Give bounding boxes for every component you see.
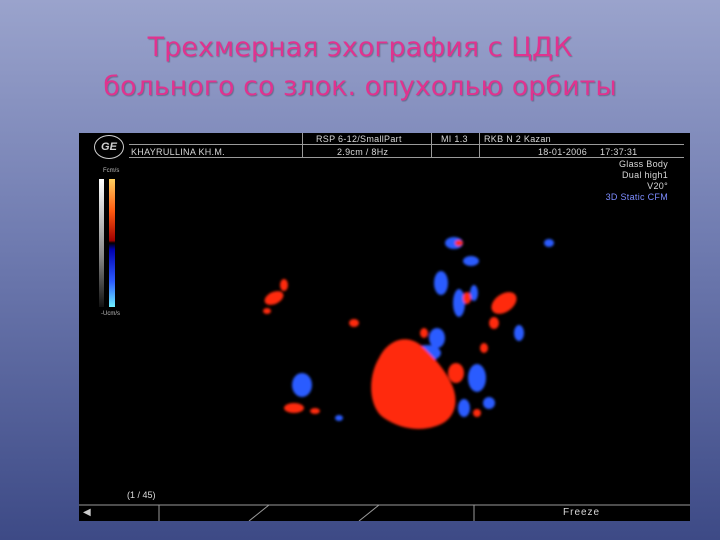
ultrasound-screen: GE KHAYRULLINA KH.M. RSP 6-12/SmallPart … [79, 133, 690, 521]
title-line-2: больного со злок. опухолью орбиты [103, 71, 617, 102]
title-line-1: Трехмерная эхография с ЦДК [147, 32, 573, 63]
slide-title: Трехмерная эхография с ЦДК больного со з… [0, 28, 720, 106]
play-arrow-icon: ◀ [83, 507, 91, 518]
frame-counter: (1 / 45) [127, 490, 156, 500]
doppler-3d-render [263, 237, 554, 429]
freeze-status: Freeze [563, 507, 601, 518]
